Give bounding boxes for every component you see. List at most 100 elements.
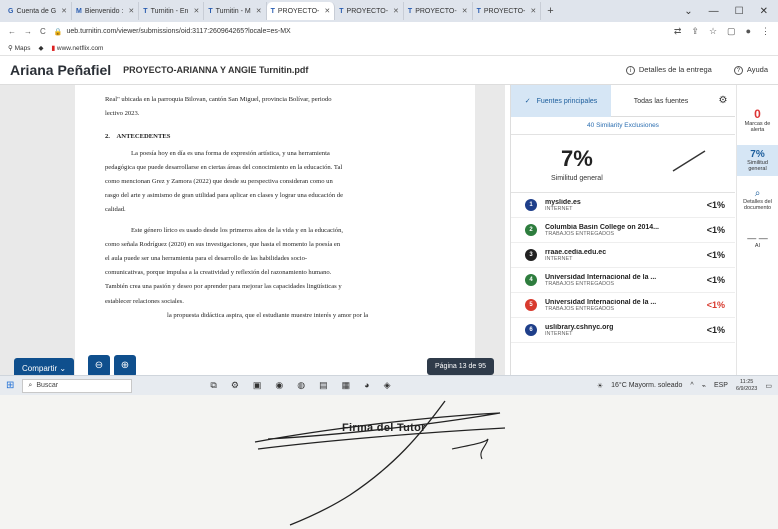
back-icon[interactable]: ← xyxy=(8,27,16,36)
document-search-icon: ⌕ xyxy=(754,188,761,199)
browser-tab[interactable]: T PROYECTO- ✕ xyxy=(404,2,473,20)
word-icon[interactable]: ▦ xyxy=(342,380,351,391)
profile-icon[interactable]: ● xyxy=(746,26,751,37)
source-percent: <1% xyxy=(706,225,725,235)
ai-button[interactable]: — — AI xyxy=(737,229,778,253)
settings-icon[interactable]: ⚙ xyxy=(231,380,239,391)
document-viewer[interactable]: Real" ubicada en la parroquia Bilovan, c… xyxy=(0,85,505,375)
tab-label: PROYECTO- xyxy=(277,7,320,15)
tab-all-sources[interactable]: Todas las fuentes xyxy=(611,95,711,106)
zoom-out-button[interactable]: ⊖ xyxy=(88,355,110,377)
maximize-button[interactable]: ☐ xyxy=(735,6,744,17)
tab-label: Fuentes principales xyxy=(536,98,598,105)
taskview-icon[interactable]: ⧉ xyxy=(210,380,216,391)
doc-text-line: comunicativas, porque impulsa a la creat… xyxy=(105,269,332,277)
close-icon[interactable]: ✕ xyxy=(61,7,67,15)
similarity-label: Similitud general xyxy=(551,174,603,182)
close-icon[interactable]: ✕ xyxy=(462,7,468,15)
system-tray: ☀ 16°C Mayorm. soleado ^ ⌁ ESP 11:25 6/9/… xyxy=(597,379,772,392)
alerts-button[interactable]: 0 Marcas de alerta xyxy=(737,85,778,137)
close-icon[interactable]: ✕ xyxy=(193,7,199,15)
turnitin-icon: T xyxy=(143,7,148,15)
source-row[interactable]: 3 rraae.cedia.edu.ec INTERNET <1% xyxy=(511,243,735,268)
similarity-button[interactable]: 7% Similitud general xyxy=(737,145,778,176)
turnitin-icon: T xyxy=(270,7,275,15)
close-icon[interactable]: ✕ xyxy=(256,7,262,15)
source-type: TRABAJOS ENTREGADOS xyxy=(545,280,615,287)
language-indicator[interactable]: ESP xyxy=(714,382,728,389)
browser-tab[interactable]: T PROYECTO- ✕ xyxy=(335,2,404,20)
share-icon[interactable]: ⇪ xyxy=(691,26,699,37)
document-details-button[interactable]: ⌕ Detalles del documento xyxy=(737,184,778,215)
app-icon[interactable]: ◍ xyxy=(297,380,305,391)
notification-icon[interactable]: ▭ xyxy=(765,382,772,390)
similarity-panel: ✓ Fuentes principales Todas las fuentes ⚙… xyxy=(510,84,735,375)
source-name: myslide.es xyxy=(545,198,581,206)
network-icon[interactable]: ⌁ xyxy=(702,382,706,390)
zoom-out-icon: ⊖ xyxy=(94,360,104,371)
forward-icon[interactable]: → xyxy=(24,27,32,36)
menu-icon[interactable]: ⋮ xyxy=(761,26,770,37)
clock[interactable]: 11:25 6/9/2023 xyxy=(736,379,757,392)
store-icon[interactable]: ▣ xyxy=(253,380,262,391)
similarity-block: 7% Similitud general xyxy=(551,146,603,182)
translate-icon[interactable]: ⇄ xyxy=(674,26,682,37)
turnitin-header: Ariana Peñafiel PROYECTO-ARIANNA Y ANGIE… xyxy=(0,56,778,85)
source-row[interactable]: 1 myslide.es INTERNET <1% xyxy=(511,193,735,218)
source-name: Universidad Internacional de la ... xyxy=(545,273,657,281)
doc-text-line: Este género lírico es usado desde los pr… xyxy=(131,226,344,234)
windows-start-icon[interactable]: ⊞ xyxy=(6,380,14,391)
taskbar-search[interactable]: ⌕ Buscar xyxy=(22,378,133,393)
bookmark-label: Maps xyxy=(14,45,31,52)
url-field[interactable]: 🔒 ueb.turnitin.com/viewer/submissions/oi… xyxy=(54,28,291,36)
search-icon: ⌕ xyxy=(28,381,33,389)
window-controls: ⌄ — ☐ ✕ xyxy=(684,6,778,17)
source-row[interactable]: 4 Universidad Internacional de la ... TRA… xyxy=(511,268,735,293)
exclusions-link[interactable]: 40 Similarity Exclusiones xyxy=(511,117,735,135)
source-type: TRABAJOS ENTREGADOS xyxy=(545,230,615,237)
bookmark-netflix[interactable]: ▮ www.netflix.com xyxy=(51,44,103,52)
chevron-up-icon[interactable]: ^ xyxy=(690,382,693,389)
files-icon[interactable]: ▤ xyxy=(319,380,328,391)
edge-icon[interactable]: ◉ xyxy=(275,380,283,391)
source-type: INTERNET xyxy=(545,205,573,212)
turnitin-icon: T xyxy=(208,7,213,15)
reload-icon[interactable]: C xyxy=(40,27,46,36)
browser-tab[interactable]: T Turnitin - En ✕ xyxy=(139,2,205,20)
sidebar-icon[interactable]: ▢ xyxy=(727,26,736,37)
close-window-button[interactable]: ✕ xyxy=(760,6,768,17)
source-text: Columbia Basin College on 2014... TRABAJO… xyxy=(545,224,699,237)
heading-text: ANTECEDENTES xyxy=(116,133,171,141)
close-icon[interactable]: ✕ xyxy=(393,7,399,15)
tab-primary-sources[interactable]: ✓ Fuentes principales xyxy=(511,84,611,117)
right-rail: 0 Marcas de alerta 7% Similitud general … xyxy=(736,85,778,375)
delivery-details-button[interactable]: i Detalles de la entrega xyxy=(625,65,712,75)
chrome-icon[interactable]: ◕ xyxy=(364,380,369,391)
browser-tab[interactable]: G Cuenta de G ✕ xyxy=(4,2,73,20)
app-icon[interactable]: ◈ xyxy=(384,380,391,391)
close-icon[interactable]: ✕ xyxy=(128,7,134,15)
gear-icon[interactable]: ⚙ xyxy=(711,95,735,106)
new-tab-button[interactable]: + xyxy=(541,5,559,17)
help-button[interactable]: ? Ayuda xyxy=(733,65,768,75)
minimize-button[interactable]: — xyxy=(709,6,719,17)
browser-tab[interactable]: M Bienvenido : ✕ xyxy=(72,2,140,20)
doc-text-line: La poesía hoy en día es una forma de exp… xyxy=(131,149,330,157)
tab-label: PROYECTO- xyxy=(415,7,457,15)
bookmark-maps[interactable]: ⚲ Maps xyxy=(8,44,30,52)
browser-tab[interactable]: T Turnitin - M ✕ xyxy=(204,2,267,20)
source-type: INTERNET xyxy=(545,330,573,337)
source-row[interactable]: 2 Columbia Basin College on 2014... TRABA… xyxy=(511,218,735,243)
source-row[interactable]: 6 uslibrary.cshnyc.org INTERNET <1% xyxy=(511,318,735,343)
close-icon[interactable]: ✕ xyxy=(324,7,330,15)
zoom-in-button[interactable]: ⊕ xyxy=(114,355,136,377)
source-row[interactable]: 5 Universidad Internacional de la ... TRA… xyxy=(511,293,735,318)
browser-tab-active[interactable]: T PROYECTO- ✕ xyxy=(266,2,336,20)
date-text: 6/9/2023 xyxy=(735,385,758,392)
browser-tab[interactable]: T PROYECTO- ✕ xyxy=(473,2,542,20)
source-name: uslibrary.cshnyc.org xyxy=(545,323,614,331)
chevron-down-icon[interactable]: ⌄ xyxy=(684,6,692,17)
star-icon[interactable]: ☆ xyxy=(709,26,717,37)
close-icon[interactable]: ✕ xyxy=(530,7,536,15)
bookmark-icon-only[interactable]: ◆ xyxy=(38,44,43,52)
